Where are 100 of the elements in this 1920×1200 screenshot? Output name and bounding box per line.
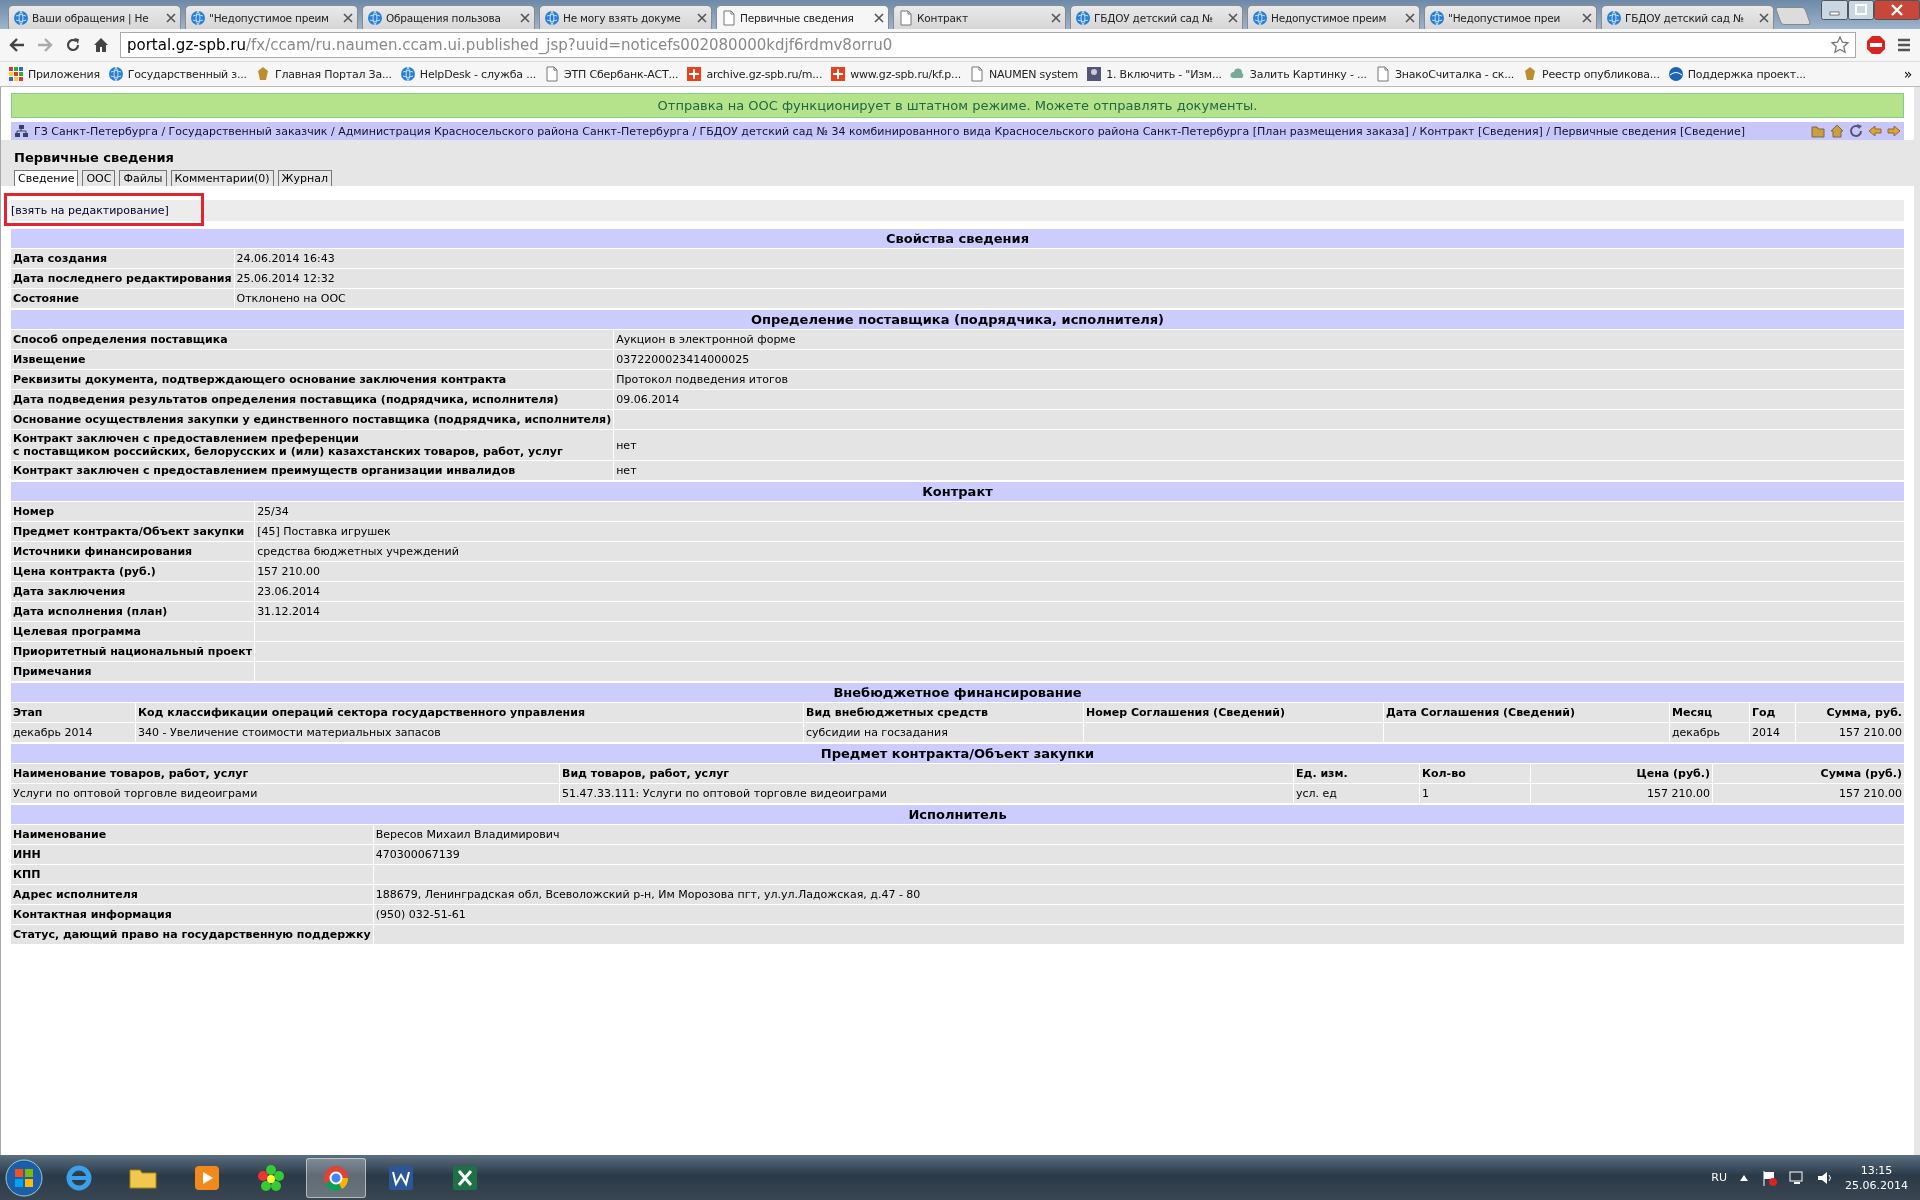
field-label: Состояние bbox=[11, 289, 234, 308]
flag-icon[interactable] bbox=[1761, 1169, 1777, 1186]
field-label: Дата заключения bbox=[11, 582, 255, 601]
column-header: Год bbox=[1750, 703, 1795, 722]
close-icon[interactable] bbox=[166, 12, 176, 23]
section-header: Контракт bbox=[11, 482, 1904, 501]
bookmark[interactable]: ЭТП Сбербанк-АСТ... bbox=[544, 66, 679, 82]
close-icon[interactable] bbox=[1759, 12, 1769, 23]
field-label: Адрес исполнителя bbox=[11, 885, 373, 904]
browser-tab[interactable]: Не могу взять докуме bbox=[539, 5, 712, 29]
sitemap-icon[interactable] bbox=[14, 124, 28, 138]
document-icon bbox=[721, 9, 737, 26]
speaker-icon[interactable] bbox=[1817, 1169, 1833, 1186]
browser-tab[interactable]: "Недопустимое преим bbox=[185, 5, 358, 29]
bookmark[interactable]: Реестр опубликова... bbox=[1522, 66, 1660, 82]
tab[interactable]: Файлы bbox=[119, 170, 167, 186]
image-icon bbox=[1086, 66, 1103, 82]
column-header: Код классификации операций сектора государственного управления bbox=[136, 703, 803, 722]
section-header: Исполнитель bbox=[11, 805, 1904, 824]
field-value: 470300067139 bbox=[373, 845, 1904, 864]
field-label: Основание осуществления закупки у единственного поставщика (подрядчика, исполнителя) bbox=[11, 410, 614, 429]
tab[interactable]: ООС bbox=[82, 170, 116, 186]
edit-link[interactable]: [взять на редактирование] bbox=[11, 204, 169, 217]
field-value: 31.12.2014 bbox=[255, 602, 1904, 621]
right-arrow-icon[interactable] bbox=[1887, 124, 1901, 138]
table-cell: 51.47.33.111: Услуги по оптовой торговле видеоиграми bbox=[560, 784, 1293, 803]
left-arrow-icon[interactable] bbox=[1868, 124, 1882, 138]
browser-tab[interactable]: Ваши обращения | Не bbox=[8, 5, 181, 29]
field-value: 157 210.00 bbox=[255, 562, 1904, 581]
column-header: Сумма, руб. bbox=[1796, 703, 1904, 722]
field-value: Вересов Михаил Владимирович bbox=[373, 825, 1904, 844]
close-icon[interactable] bbox=[520, 12, 530, 23]
field-value: 25/34 bbox=[255, 502, 1904, 521]
browser-tab[interactable]: "Недопустимое преи bbox=[1424, 5, 1597, 29]
tab[interactable]: Журнал bbox=[277, 170, 332, 186]
bookmark[interactable]: 1. Включить - "Изм... bbox=[1086, 66, 1222, 82]
browser-tab[interactable]: Обращения пользова bbox=[362, 5, 535, 29]
close-icon[interactable] bbox=[1582, 12, 1592, 23]
bookmark[interactable]: Приложения bbox=[8, 66, 100, 82]
new-tab-button[interactable] bbox=[1774, 7, 1812, 25]
field-label: Цена контракта (руб.) bbox=[11, 562, 255, 581]
browser-tab[interactable]: ГБДОУ детский сад № bbox=[1601, 5, 1774, 29]
close-button[interactable] bbox=[1874, 0, 1920, 20]
globe-icon bbox=[1075, 9, 1091, 26]
browser-tab[interactable]: Недопустимое преим bbox=[1247, 5, 1420, 29]
bookmark[interactable]: NAUMEN system bbox=[969, 66, 1079, 82]
folder-icon[interactable] bbox=[1811, 124, 1825, 138]
menu-icon[interactable] bbox=[1896, 37, 1912, 53]
up-arrow-icon[interactable] bbox=[1739, 1173, 1749, 1182]
browser-tab[interactable]: Первичные сведения bbox=[716, 5, 889, 29]
maximize-button[interactable] bbox=[1848, 0, 1874, 20]
bookmark[interactable]: archive.gz-spb.ru/m... bbox=[686, 66, 823, 82]
clock-time[interactable]: 13:15 bbox=[1860, 1163, 1893, 1177]
tab[interactable]: Комментарии(0) bbox=[170, 170, 274, 186]
section-header: Свойства сведения bbox=[11, 229, 1904, 248]
bookmark[interactable]: Поддержка проект... bbox=[1667, 66, 1806, 82]
globe-icon bbox=[544, 9, 560, 26]
reload-icon[interactable] bbox=[64, 36, 82, 54]
field-label: Дата подведения результатов определения поставщика (подрядчика, исполнителя) bbox=[11, 390, 614, 409]
browser-tab[interactable]: ГБДОУ детский сад № bbox=[1070, 5, 1243, 29]
close-icon[interactable] bbox=[697, 12, 707, 23]
more-bookmarks-button[interactable]: » bbox=[1903, 66, 1912, 82]
field-label: Номер bbox=[11, 502, 255, 521]
globe-icon bbox=[1606, 9, 1622, 26]
section-header: Внебюджетное финансирование bbox=[11, 683, 1904, 702]
star-icon[interactable] bbox=[1831, 36, 1849, 54]
start-button[interactable] bbox=[4, 1157, 44, 1198]
bookmark[interactable]: www.gz-spb.ru/kf.p... bbox=[830, 66, 961, 82]
close-icon[interactable] bbox=[874, 12, 884, 23]
table-cell: Услуги по оптовой торговле видеоиграми bbox=[11, 784, 559, 803]
adblock-icon[interactable] bbox=[1866, 35, 1886, 55]
browser-tab[interactable]: Контракт bbox=[893, 5, 1066, 29]
bookmark[interactable]: Государственный з... bbox=[107, 66, 247, 82]
bookmark[interactable]: HelpDesk - служба ... bbox=[399, 66, 537, 82]
minimize-button[interactable] bbox=[1821, 0, 1848, 20]
close-icon[interactable] bbox=[1405, 12, 1415, 23]
address-field[interactable]: portal.gz-spb.ru/fx/ccam/ru.naumen.ccam.ui.published_jsp?uuid=noticefs002080000kdjf6rdmv8orru0 bbox=[120, 32, 1856, 58]
field-label: Источники финансирования bbox=[11, 542, 255, 561]
notice-banner: Отправка на ООС функционирует в штатном режиме. Можете отправлять документы. bbox=[11, 93, 1904, 118]
field-label: Статус, дающий право на государственную поддержку bbox=[11, 925, 373, 944]
field-value: нет bbox=[614, 461, 1904, 480]
flower-icon bbox=[256, 1162, 286, 1193]
back-icon[interactable] bbox=[8, 36, 26, 54]
close-icon[interactable] bbox=[1228, 12, 1238, 23]
bookmark[interactable]: Главная Портал За... bbox=[254, 66, 392, 82]
close-icon[interactable] bbox=[343, 12, 353, 23]
home-icon[interactable] bbox=[92, 36, 110, 54]
field-label: Наименование bbox=[11, 825, 373, 844]
field-value: Протокол подведения итогов bbox=[614, 370, 1904, 389]
breadcrumb-text[interactable]: ГЗ Санкт-Петербурга / Государственный заказчик / Администрация Красносельского района Санкт-Петербурга / ГБДОУ детский сад № 34 комбинированного вида Красносельского района Санкт-Петербурга [План размещения заказа] / Контракт [Сведения] / Первичные сведения [Сведение] bbox=[34, 124, 1805, 138]
table-cell: декабрь 2014 bbox=[11, 723, 135, 742]
network-icon[interactable] bbox=[1789, 1169, 1805, 1186]
refresh-icon[interactable] bbox=[1849, 124, 1863, 138]
clock-date[interactable]: 25.06.2014 bbox=[1845, 1178, 1908, 1192]
tab[interactable]: Сведение bbox=[14, 170, 79, 186]
bookmark[interactable]: ЗнакоСчиталка - ск... bbox=[1374, 66, 1515, 82]
language-indicator[interactable]: RU bbox=[1711, 1171, 1727, 1184]
bookmark[interactable]: Залить Картинку - ... bbox=[1229, 66, 1367, 82]
field-value: 25.06.2014 12:32 bbox=[234, 269, 1904, 288]
close-icon[interactable] bbox=[1051, 12, 1061, 23]
